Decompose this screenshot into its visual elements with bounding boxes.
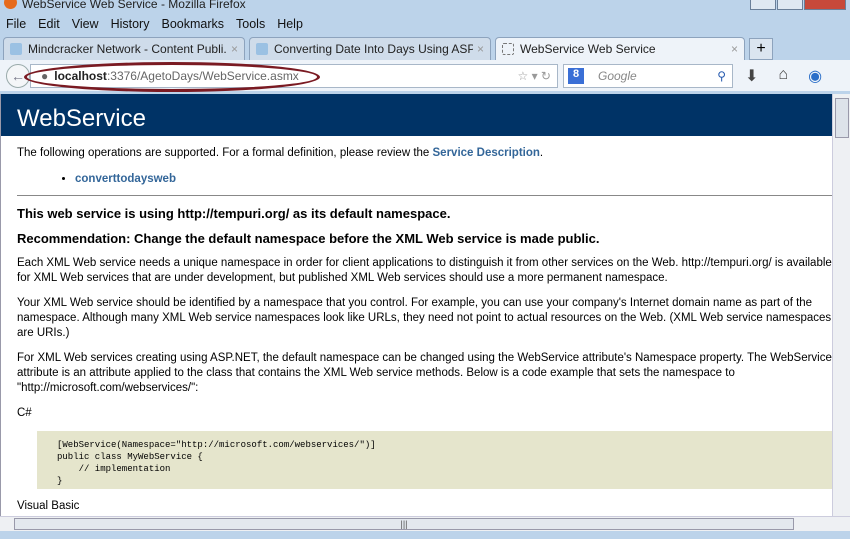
search-icon[interactable]: ⚲ (717, 69, 726, 83)
scroll-thumb[interactable] (835, 98, 849, 138)
minimize-button[interactable] (750, 0, 776, 10)
service-description-link[interactable]: Service Description (433, 147, 540, 159)
close-tab-icon[interactable]: × (231, 42, 238, 56)
close-tab-icon[interactable]: × (477, 42, 484, 56)
intro-text: The following operations are supported. … (17, 147, 544, 159)
sync-icon[interactable]: ◉ (808, 66, 822, 86)
menu-bar: File Edit View History Bookmarks Tools Help (0, 13, 850, 35)
divider (17, 195, 850, 196)
window-title: WebService Web Service - Mozilla Firefox (22, 0, 246, 11)
menu-history[interactable]: History (111, 17, 150, 31)
vb-label: Visual Basic (17, 500, 80, 512)
close-tab-icon[interactable]: × (731, 42, 738, 56)
maximize-button[interactable] (777, 0, 803, 10)
menu-tools[interactable]: Tools (236, 17, 265, 31)
firefox-icon (4, 0, 17, 9)
new-tab-button[interactable]: + (749, 38, 773, 60)
paragraph: For XML Web services creating using ASP.… (17, 352, 832, 394)
search-input[interactable]: 8 Google ⚲ (563, 63, 733, 88)
back-button[interactable]: ← (6, 63, 30, 88)
tab-converting-date[interactable]: Converting Date Into Days Using ASP.... × (249, 37, 491, 60)
favicon-icon (10, 43, 22, 55)
favicon-icon (256, 43, 268, 55)
operation-link[interactable]: converttodaysweb (75, 173, 176, 185)
status-bar (0, 531, 850, 539)
menu-bookmarks[interactable]: Bookmarks (161, 17, 224, 31)
recommendation-heading: Recommendation: Change the default names… (17, 231, 600, 246)
globe-icon: ● (41, 68, 49, 83)
menu-view[interactable]: View (72, 17, 99, 31)
download-icon[interactable]: ⬇ (745, 66, 758, 86)
paragraph: Each XML Web service needs a unique name… (17, 257, 832, 284)
tab-strip: Mindcracker Network - Content Publi... × … (0, 35, 850, 60)
title-bar: WebService Web Service - Mozilla Firefox (0, 0, 850, 13)
menu-file[interactable]: File (6, 17, 26, 31)
page-title: WebService (1, 94, 850, 136)
close-button[interactable] (804, 0, 846, 10)
horizontal-scrollbar[interactable]: ||| (0, 516, 850, 531)
url-bar[interactable]: ● localhost:3376/AgetoDays/WebService.asm… (30, 63, 558, 88)
home-icon[interactable]: ⌂ (778, 66, 788, 86)
paragraph: Your XML Web service should be identifie… (17, 297, 832, 339)
vertical-scrollbar[interactable] (832, 94, 850, 516)
page-content: WebService The following operations are … (0, 94, 850, 516)
google-icon: 8 (568, 67, 584, 84)
favicon-icon (502, 43, 514, 55)
code-sample: [WebService(Namespace="http://microsoft.… (37, 431, 834, 489)
tab-webservice[interactable]: WebService Web Service × (495, 37, 745, 60)
csharp-label: C# (17, 407, 32, 419)
bookmark-star-icon[interactable]: ☆ ▾ ↻ (517, 69, 551, 83)
tab-mindcracker[interactable]: Mindcracker Network - Content Publi... × (3, 37, 245, 60)
menu-edit[interactable]: Edit (38, 17, 60, 31)
menu-help[interactable]: Help (277, 17, 303, 31)
namespace-heading: This web service is using http://tempuri… (17, 206, 451, 221)
scroll-thumb[interactable]: ||| (14, 518, 794, 530)
nav-bar: ← ● localhost:3376/AgetoDays/WebService.a… (0, 60, 850, 92)
